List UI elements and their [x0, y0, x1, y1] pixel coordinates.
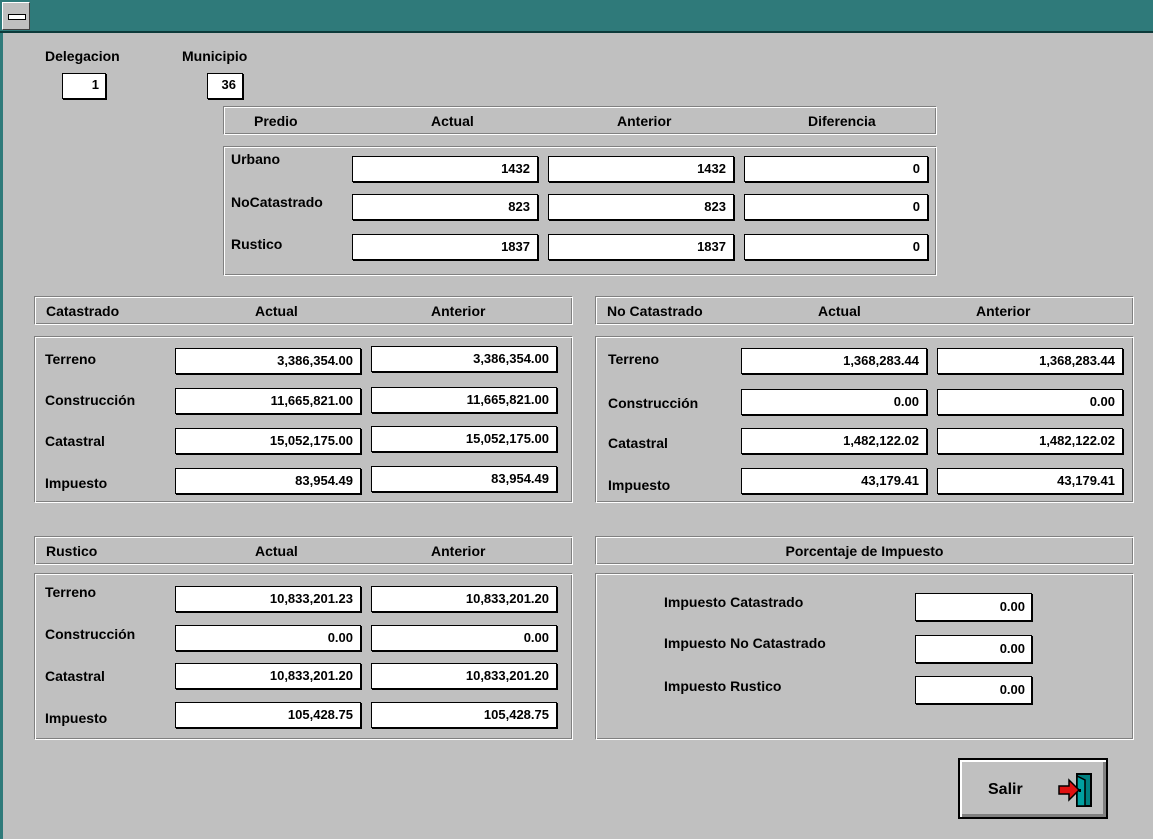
predio-header: Predio Actual Anterior Diferencia: [223, 106, 937, 135]
municipio-label: Municipio: [182, 48, 248, 64]
catastrado-impuesto-anterior[interactable]: 83,954.49: [371, 466, 557, 492]
impuesto-rustico-field[interactable]: 0.00: [915, 676, 1032, 704]
municipio-field[interactable]: 36: [207, 73, 243, 99]
rustico-panel: Terreno Construcción Catastral Impuesto …: [34, 573, 573, 740]
porcentaje-row-label: Impuesto Catastrado: [664, 594, 804, 610]
system-menu-icon[interactable]: [2, 2, 30, 30]
impuesto-catastrado-field[interactable]: 0.00: [915, 593, 1032, 621]
rustico-terreno-anterior[interactable]: 10,833,201.20: [371, 586, 557, 612]
predio-urbano-diferencia[interactable]: 0: [744, 156, 928, 182]
predio-panel: Urbano NoCatastrado Rustico 1432 1432 0 …: [223, 146, 937, 276]
title-bar: [0, 0, 1153, 33]
main-window: Delegacion 1 Municipio 36 Predio Actual …: [3, 33, 1153, 839]
no-catastrado-catastral-anterior[interactable]: 1,482,122.02: [937, 428, 1123, 454]
porcentaje-row-label: Impuesto Rustico: [664, 678, 782, 694]
salir-button[interactable]: Salir: [958, 758, 1108, 819]
catastrado-terreno-anterior[interactable]: 3,386,354.00: [371, 346, 557, 372]
predio-rustico-anterior[interactable]: 1837: [548, 234, 734, 260]
catastrado-row-label: Catastral: [45, 433, 105, 449]
rustico-impuesto-actual[interactable]: 105,428.75: [175, 702, 361, 728]
catastrado-impuesto-actual[interactable]: 83,954.49: [175, 468, 361, 494]
predio-urbano-anterior[interactable]: 1432: [548, 156, 734, 182]
predio-rustico-diferencia[interactable]: 0: [744, 234, 928, 260]
catastrado-header: Catastrado Actual Anterior: [34, 296, 573, 325]
catastrado-catastral-anterior[interactable]: 15,052,175.00: [371, 426, 557, 452]
predio-header-diferencia: Diferencia: [808, 113, 876, 129]
rustico-row-label: Terreno: [45, 584, 97, 600]
predio-header-actual: Actual: [431, 113, 474, 129]
predio-nocatastrado-actual[interactable]: 823: [352, 194, 538, 220]
predio-rustico-actual[interactable]: 1837: [352, 234, 538, 260]
rustico-terreno-actual[interactable]: 10,833,201.23: [175, 586, 361, 612]
no-catastrado-terreno-actual[interactable]: 1,368,283.44: [741, 348, 927, 374]
catastrado-panel: Terreno Construcción Catastral Impuesto …: [34, 336, 573, 503]
no-catastrado-impuesto-actual[interactable]: 43,179.41: [741, 468, 927, 494]
no-catastrado-impuesto-anterior[interactable]: 43,179.41: [937, 468, 1123, 494]
catastrado-header-actual: Actual: [255, 303, 298, 319]
no-catastrado-construccion-anterior[interactable]: 0.00: [937, 389, 1123, 415]
catastrado-construccion-actual[interactable]: 11,665,821.00: [175, 388, 361, 414]
rustico-catastral-actual[interactable]: 10,833,201.20: [175, 663, 361, 689]
predio-nocatastrado-diferencia[interactable]: 0: [744, 194, 928, 220]
porcentaje-title: Porcentaje de Impuesto: [785, 543, 944, 559]
catastrado-terreno-actual[interactable]: 3,386,354.00: [175, 348, 361, 374]
no-catastrado-header-title: No Catastrado: [607, 303, 703, 319]
delegacion-field[interactable]: 1: [62, 73, 106, 99]
no-catastrado-header: No Catastrado Actual Anterior: [595, 296, 1134, 325]
rustico-row-label: Catastral: [45, 668, 105, 684]
predio-nocatastrado-anterior[interactable]: 823: [548, 194, 734, 220]
catastrado-catastral-actual[interactable]: 15,052,175.00: [175, 428, 361, 454]
no-catastrado-row-label: Terreno: [608, 351, 660, 367]
porcentaje-header: Porcentaje de Impuesto: [595, 536, 1134, 565]
no-catastrado-row-label: Construcción: [608, 395, 699, 411]
predio-row-label: Rustico: [231, 236, 283, 252]
salir-button-label: Salir: [988, 781, 1023, 798]
no-catastrado-terreno-anterior[interactable]: 1,368,283.44: [937, 348, 1123, 374]
no-catastrado-construccion-actual[interactable]: 0.00: [741, 389, 927, 415]
rustico-row-label: Impuesto: [45, 710, 108, 726]
rustico-impuesto-anterior[interactable]: 105,428.75: [371, 702, 557, 728]
predio-row-label: NoCatastrado: [231, 194, 323, 210]
rustico-construccion-actual[interactable]: 0.00: [175, 625, 361, 651]
delegacion-label: Delegacion: [45, 48, 120, 64]
impuesto-no-catastrado-field[interactable]: 0.00: [915, 635, 1032, 663]
rustico-row-label: Construcción: [45, 626, 136, 642]
rustico-construccion-anterior[interactable]: 0.00: [371, 625, 557, 651]
predio-header-anterior: Anterior: [617, 113, 672, 129]
no-catastrado-row-label: Impuesto: [608, 477, 671, 493]
exit-door-icon: [1058, 773, 1092, 807]
no-catastrado-header-anterior: Anterior: [976, 303, 1031, 319]
catastrado-header-anterior: Anterior: [431, 303, 486, 319]
no-catastrado-panel: Terreno Construcción Catastral Impuesto …: [595, 336, 1134, 503]
porcentaje-row-label: Impuesto No Catastrado: [664, 635, 826, 651]
predio-urbano-actual[interactable]: 1432: [352, 156, 538, 182]
rustico-header-anterior: Anterior: [431, 543, 486, 559]
catastrado-row-label: Construcción: [45, 392, 136, 408]
catastrado-row-label: Terreno: [45, 351, 97, 367]
porcentaje-panel: Impuesto Catastrado Impuesto No Catastra…: [595, 573, 1134, 740]
rustico-header-title: Rustico: [46, 543, 98, 559]
no-catastrado-catastral-actual[interactable]: 1,482,122.02: [741, 428, 927, 454]
no-catastrado-header-actual: Actual: [818, 303, 861, 319]
catastrado-header-title: Catastrado: [46, 303, 120, 319]
rustico-header: Rustico Actual Anterior: [34, 536, 573, 565]
predio-header-predio: Predio: [254, 113, 298, 129]
rustico-header-actual: Actual: [255, 543, 298, 559]
catastrado-row-label: Impuesto: [45, 475, 108, 491]
predio-row-label: Urbano: [231, 151, 280, 167]
catastrado-construccion-anterior[interactable]: 11,665,821.00: [371, 387, 557, 413]
no-catastrado-row-label: Catastral: [608, 435, 668, 451]
rustico-catastral-anterior[interactable]: 10,833,201.20: [371, 663, 557, 689]
